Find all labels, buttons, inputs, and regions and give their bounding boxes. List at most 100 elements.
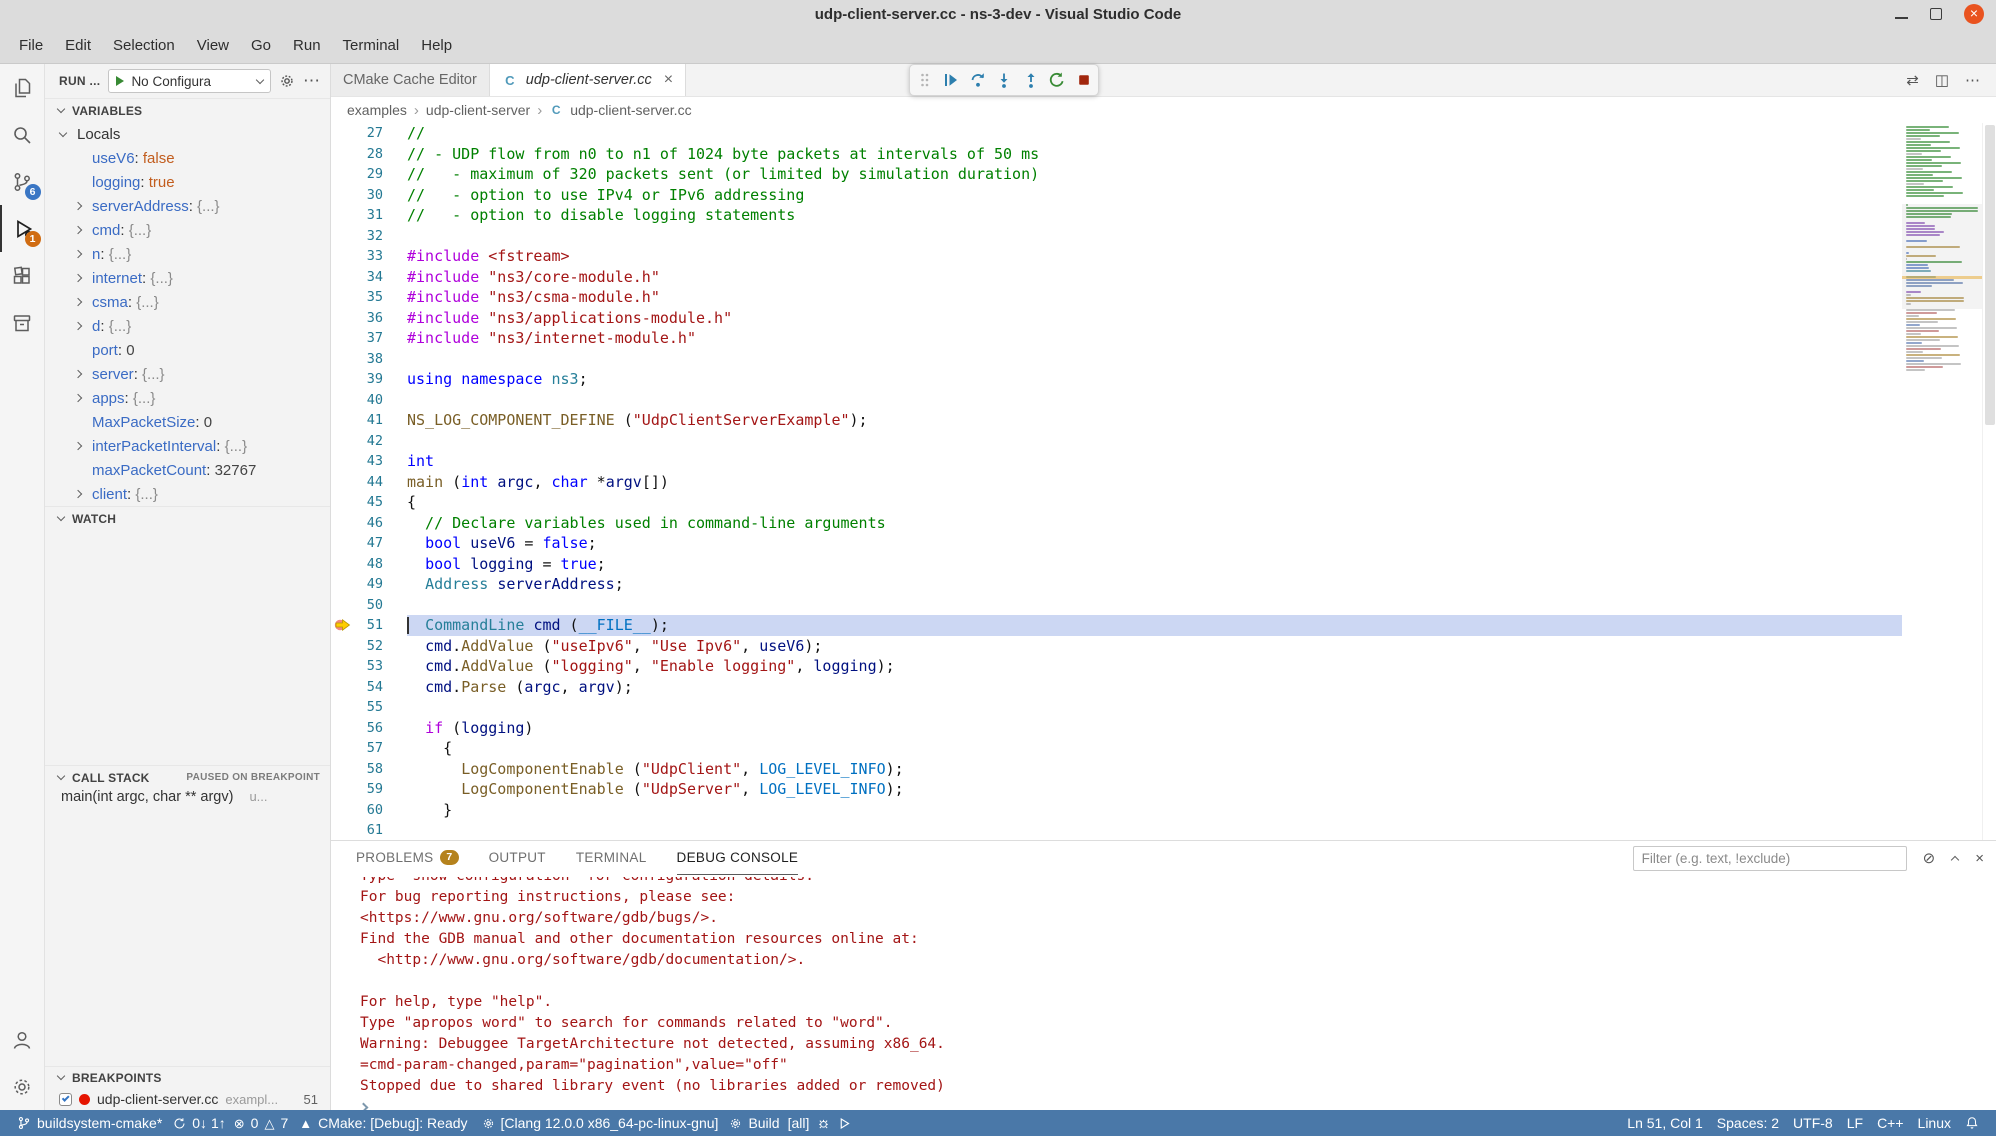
line-number[interactable]: 58	[357, 759, 383, 780]
menu-edit[interactable]: Edit	[54, 32, 102, 59]
source-control-icon[interactable]: 6	[0, 158, 45, 205]
debug-settings-gear-icon[interactable]	[279, 73, 295, 89]
code-line-37[interactable]: 37#include "ns3/internet-module.h"	[331, 328, 1902, 349]
line-number[interactable]: 48	[357, 554, 383, 575]
line-number[interactable]: 52	[357, 636, 383, 657]
glyph-margin[interactable]	[331, 800, 357, 821]
line-number[interactable]: 44	[357, 472, 383, 493]
code-line-48[interactable]: 48 bool logging = true;	[331, 554, 1902, 575]
chevron-right-icon[interactable]	[75, 323, 92, 329]
line-number[interactable]: 38	[357, 349, 383, 370]
glyph-margin[interactable]	[331, 636, 357, 657]
code-line-40[interactable]: 40	[331, 390, 1902, 411]
glyph-margin[interactable]	[331, 697, 357, 718]
watch-section-header[interactable]: WATCH	[45, 506, 330, 530]
menu-selection[interactable]: Selection	[102, 32, 186, 59]
variable-row[interactable]: server: {...}	[45, 362, 330, 386]
chevron-down-icon[interactable]	[60, 133, 77, 136]
debug-console[interactable]: Type "show configuration" for configurat…	[331, 875, 1996, 1110]
variable-row[interactable]: d: {...}	[45, 314, 330, 338]
cmake-status[interactable]: ▲ CMake: [Debug]: Ready	[292, 1110, 474, 1136]
glyph-margin[interactable]	[331, 738, 357, 759]
menu-help[interactable]: Help	[410, 32, 463, 59]
variable-row[interactable]: serverAddress: {...}	[45, 194, 330, 218]
git-branch-status[interactable]: buildsystem-cmake*	[10, 1110, 169, 1136]
code-line-27[interactable]: 27//	[331, 123, 1902, 144]
close-icon[interactable]: ×	[1964, 4, 1984, 24]
console-prompt[interactable]	[360, 1097, 1996, 1110]
glyph-margin[interactable]	[331, 267, 357, 288]
code-line-51[interactable]: 51 CommandLine cmd (__FILE__);	[331, 615, 1902, 636]
encoding-status[interactable]: UTF-8	[1786, 1110, 1840, 1136]
glyph-margin[interactable]	[331, 123, 357, 144]
launch-target-button[interactable]	[834, 1110, 855, 1136]
chevron-right-icon[interactable]	[75, 275, 92, 281]
breadcrumb-item-folder[interactable]: udp-client-server	[426, 102, 530, 118]
code-line-59[interactable]: 59 LogComponentEnable ("UdpServer", LOG_…	[331, 779, 1902, 800]
line-number[interactable]: 50	[357, 595, 383, 616]
variable-row[interactable]: interPacketInterval: {...}	[45, 434, 330, 458]
breakpoint-checkbox[interactable]	[59, 1093, 72, 1106]
minimap[interactable]	[1902, 123, 1982, 840]
menu-terminal[interactable]: Terminal	[332, 32, 411, 59]
code-editor[interactable]: 27//28// - UDP flow from n0 to n1 of 102…	[331, 123, 1902, 840]
line-number[interactable]: 40	[357, 390, 383, 411]
code-line-41[interactable]: 41NS_LOG_COMPONENT_DEFINE ("UdpClientSer…	[331, 410, 1902, 431]
code-line-52[interactable]: 52 cmd.AddValue ("useIpv6", "Use Ipv6", …	[331, 636, 1902, 657]
line-number[interactable]: 46	[357, 513, 383, 534]
variable-row[interactable]: port: 0	[45, 338, 330, 362]
chevron-right-icon[interactable]	[75, 395, 92, 401]
code-line-56[interactable]: 56 if (logging)	[331, 718, 1902, 739]
code-line-28[interactable]: 28// - UDP flow from n0 to n1 of 1024 by…	[331, 144, 1902, 165]
editor-more-actions-icon[interactable]: ⋯	[1965, 71, 1980, 89]
line-number[interactable]: 51	[357, 615, 383, 636]
tab-terminal[interactable]: TERMINAL	[576, 841, 647, 875]
search-icon[interactable]	[0, 111, 45, 158]
os-status[interactable]: Linux	[1911, 1110, 1958, 1136]
glyph-margin[interactable]	[331, 369, 357, 390]
code-line-32[interactable]: 32	[331, 226, 1902, 247]
code-line-61[interactable]: 61	[331, 820, 1902, 840]
line-number[interactable]: 54	[357, 677, 383, 698]
build-target-button[interactable]: [all]	[784, 1110, 814, 1136]
titlebar[interactable]: udp-client-server.cc - ns-3-dev - Visual…	[0, 0, 1996, 28]
chevron-right-icon[interactable]	[75, 299, 92, 305]
more-actions-icon[interactable]: ⋯	[303, 76, 320, 86]
account-icon[interactable]	[0, 1016, 45, 1063]
line-number[interactable]: 31	[357, 205, 383, 226]
line-number[interactable]: 36	[357, 308, 383, 329]
chevron-right-icon[interactable]	[75, 443, 92, 449]
breadcrumb-item-examples[interactable]: examples	[347, 102, 407, 118]
glyph-margin[interactable]	[331, 513, 357, 534]
close-panel-icon[interactable]: ×	[1975, 850, 1984, 867]
scrollbar-slider[interactable]	[1985, 125, 1995, 425]
glyph-margin[interactable]	[331, 451, 357, 472]
line-number[interactable]: 61	[357, 820, 383, 840]
glyph-margin[interactable]	[331, 820, 357, 840]
code-line-36[interactable]: 36#include "ns3/applications-module.h"	[331, 308, 1902, 329]
code-line-55[interactable]: 55	[331, 697, 1902, 718]
code-line-39[interactable]: 39using namespace ns3;	[331, 369, 1902, 390]
variable-row[interactable]: apps: {...}	[45, 386, 330, 410]
line-number[interactable]: 42	[357, 431, 383, 452]
step-out-icon[interactable]	[1019, 68, 1043, 92]
variable-row[interactable]: client: {...}	[45, 482, 330, 506]
line-number[interactable]: 37	[357, 328, 383, 349]
variable-row[interactable]: n: {...}	[45, 242, 330, 266]
glyph-margin[interactable]	[331, 779, 357, 800]
line-number[interactable]: 33	[357, 246, 383, 267]
breakpoints-section-header[interactable]: BREAKPOINTS	[45, 1066, 330, 1088]
code-line-60[interactable]: 60 }	[331, 800, 1902, 821]
eol-status[interactable]: LF	[1840, 1110, 1870, 1136]
line-number[interactable]: 47	[357, 533, 383, 554]
line-number[interactable]: 30	[357, 185, 383, 206]
variable-row[interactable]: cmd: {...}	[45, 218, 330, 242]
code-line-43[interactable]: 43int	[331, 451, 1902, 472]
code-line-30[interactable]: 30// - option to use IPv4 or IPv6 addres…	[331, 185, 1902, 206]
glyph-margin[interactable]	[331, 431, 357, 452]
breadcrumb-item-file[interactable]: udp-client-server.cc	[570, 102, 691, 118]
code-line-57[interactable]: 57 {	[331, 738, 1902, 759]
line-number[interactable]: 45	[357, 492, 383, 513]
glyph-margin[interactable]	[331, 390, 357, 411]
code-line-47[interactable]: 47 bool useV6 = false;	[331, 533, 1902, 554]
